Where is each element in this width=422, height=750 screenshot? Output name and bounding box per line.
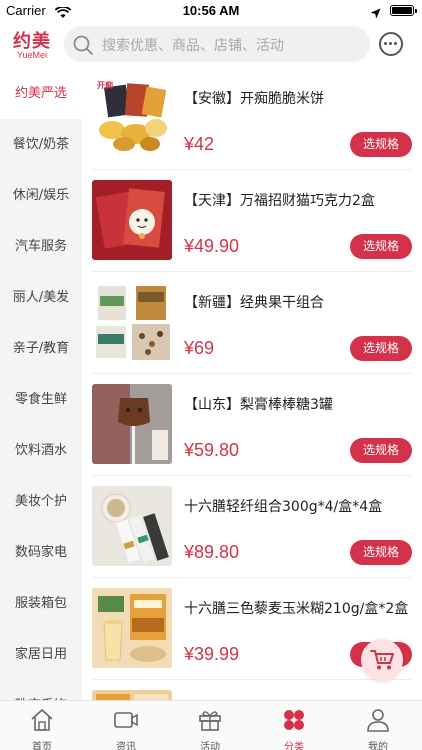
tab-label: 分类 — [284, 742, 304, 750]
sidebar-item-home[interactable]: 家居日用 — [0, 629, 82, 680]
product-image[interactable] — [92, 486, 172, 566]
product-row[interactable] — [82, 680, 422, 700]
product-row[interactable]: 【新疆】经典果干组合 ¥69 选规格 — [82, 272, 422, 374]
product-price: ¥89.80 — [184, 542, 240, 562]
sidebar-item-clothing[interactable]: 服装箱包 — [0, 578, 82, 629]
sidebar-item-cosmetics[interactable]: 美妆个护 — [0, 476, 82, 527]
tab-label: 资讯 — [116, 742, 136, 750]
video-icon — [113, 707, 139, 733]
product-name: 【安徽】开痴脆脆米饼 — [184, 91, 324, 107]
sidebar-item-leisure[interactable]: 休闲/娱乐 — [0, 170, 82, 221]
sidebar-item-electronics[interactable]: 数码家电 — [0, 527, 82, 578]
tab-news[interactable]: 资讯 — [84, 701, 168, 750]
product-name: 【新疆】经典果干组合 — [184, 295, 324, 311]
product-name: 十六膳轻纤组合300g*4/盒*4盒 — [184, 499, 383, 515]
status-bar: Carrier 10:56 AM — [0, 0, 422, 22]
search-placeholder: 搜索优惠、商品、店铺、活动 — [102, 38, 284, 54]
product-name: 【山东】梨膏棒棒糖3罐 — [184, 397, 333, 413]
search-input[interactable]: 搜索优惠、商品、店铺、活动 — [64, 26, 370, 62]
logo-text: 约美 — [13, 31, 51, 51]
sidebar-item-yuemei-selection[interactable]: 约美严选 — [0, 68, 82, 119]
product-price: ¥59.80 — [184, 440, 240, 460]
header: 约美 YueMei 搜索优惠、商品、店铺、活动 — [0, 22, 422, 68]
more-icon — [384, 42, 398, 46]
product-price: ¥39.99 — [184, 644, 240, 664]
category-sidebar[interactable]: 约美严选 餐饮/奶茶 休闲/娱乐 汽车服务 丽人/美发 亲子/教育 零食生鲜 饮… — [0, 68, 82, 700]
sidebar-item-beauty[interactable]: 丽人/美发 — [0, 272, 82, 323]
search-icon — [72, 34, 94, 60]
product-row[interactable]: 【天津】万福招财猫巧克力2盒 ¥49.90 选规格 — [82, 170, 422, 272]
more-options-button[interactable] — [379, 32, 403, 56]
product-row[interactable]: 开痴 【安徽】开痴脆脆米饼 ¥42 选规格 — [82, 68, 422, 170]
product-price: ¥49.90 — [184, 236, 240, 256]
tab-profile[interactable]: 我的 — [336, 701, 420, 750]
product-brand-text: 开痴 — [97, 81, 113, 90]
product-image[interactable] — [92, 384, 172, 464]
product-image[interactable] — [92, 180, 172, 260]
sidebar-item-dining[interactable]: 餐饮/奶茶 — [0, 119, 82, 170]
product-name: 【天津】万福招财猫巧克力2盒 — [184, 193, 375, 209]
product-list[interactable]: 开痴 【安徽】开痴脆脆米饼 ¥42 选规格 【天津】万福招财猫巧克力2盒 ¥49… — [82, 68, 422, 700]
sidebar-item-auto[interactable]: 汽车服务 — [0, 221, 82, 272]
product-image[interactable] — [92, 282, 172, 362]
battery-icon — [390, 5, 417, 16]
select-spec-button[interactable]: 选规格 — [350, 234, 412, 259]
tab-label: 首页 — [32, 742, 52, 750]
cart-icon — [370, 649, 394, 675]
category-icon — [281, 707, 307, 733]
product-name: 十六膳三色藜麦玉米糊210g/盒*2盒 — [184, 601, 409, 617]
tab-label: 活动 — [200, 742, 220, 750]
tab-home[interactable]: 首页 — [0, 701, 84, 750]
sidebar-item-jewelry[interactable]: 珠宝手饰 — [0, 680, 82, 700]
select-spec-button[interactable]: 选规格 — [350, 132, 412, 157]
product-image[interactable] — [92, 588, 172, 668]
gift-icon — [197, 707, 223, 733]
product-price: ¥69 — [184, 338, 215, 358]
product-row[interactable]: 【山东】梨膏棒棒糖3罐 ¥59.80 选规格 — [82, 374, 422, 476]
location-icon — [370, 4, 381, 23]
product-image[interactable]: 开痴 — [92, 78, 172, 158]
clock: 10:56 AM — [182, 3, 240, 18]
product-price: ¥42 — [184, 134, 215, 154]
select-spec-button[interactable]: 选规格 — [350, 540, 412, 565]
sidebar-item-parenting[interactable]: 亲子/教育 — [0, 323, 82, 374]
profile-icon — [365, 707, 391, 733]
tab-activity[interactable]: 活动 — [168, 701, 252, 750]
select-spec-button[interactable]: 选规格 — [350, 438, 412, 463]
product-image[interactable] — [92, 690, 172, 700]
product-row[interactable]: 十六膳轻纤组合300g*4/盒*4盒 ¥89.80 选规格 — [82, 476, 422, 578]
home-icon — [29, 707, 55, 733]
bottom-tab-bar: 首页 资讯 活动 分类 我的 — [0, 700, 422, 750]
sidebar-item-snacks[interactable]: 零食生鲜 — [0, 374, 82, 425]
select-spec-button[interactable]: 选规格 — [350, 336, 412, 361]
tab-label: 我的 — [368, 742, 388, 750]
tab-category[interactable]: 分类 — [252, 701, 336, 750]
app-logo: 约美 YueMei — [9, 32, 55, 60]
logo-subtext: YueMei — [16, 50, 48, 60]
cart-button[interactable] — [361, 639, 403, 681]
sidebar-item-drinks[interactable]: 饮料酒水 — [0, 425, 82, 476]
